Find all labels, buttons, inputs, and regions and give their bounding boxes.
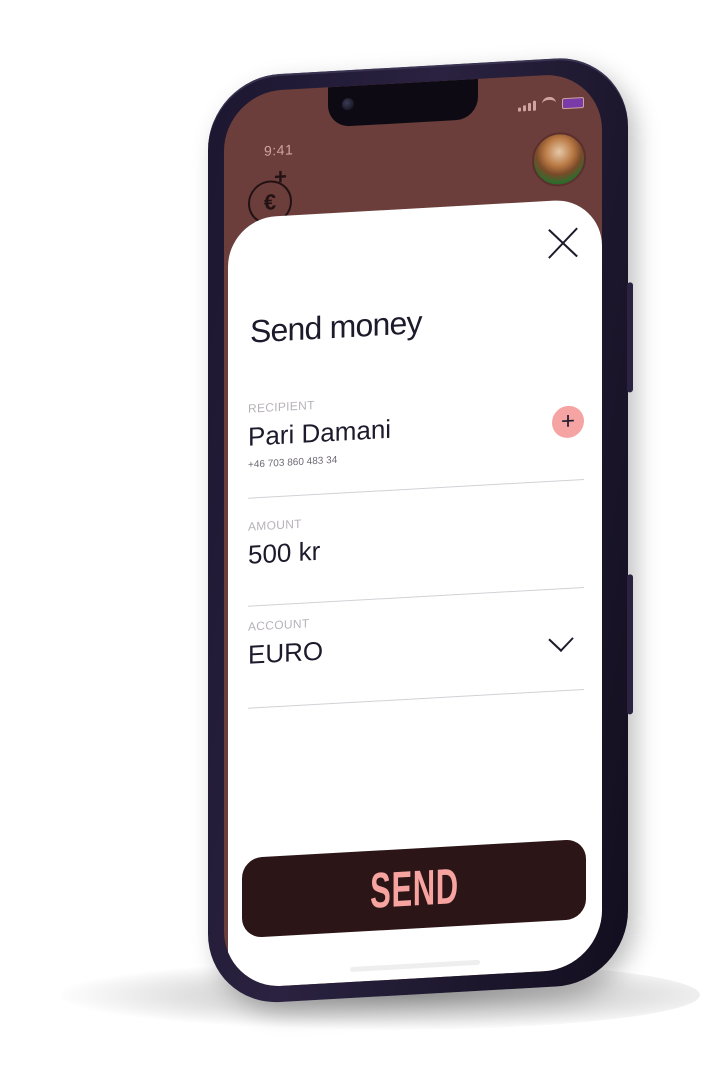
account-value: EURO (248, 635, 324, 670)
logo-plus: + (274, 163, 287, 190)
send-money-sheet: Send money RECIPIENT Pari Damani +46 703… (228, 197, 602, 989)
recipient-phone: +46 703 860 483 34 (248, 454, 338, 471)
stage: 9:41 € + Send money RECIPIENT Pari Daman… (0, 0, 720, 1080)
account-label: ACCOUNT (248, 616, 310, 634)
chevron-down-icon[interactable] (548, 626, 574, 652)
signal-icon (518, 100, 536, 112)
phone-device: 9:41 € + Send money RECIPIENT Pari Daman… (208, 54, 633, 1006)
amount-field[interactable]: AMOUNT 500 kr (248, 500, 584, 607)
phone-screen: 9:41 € + Send money RECIPIENT Pari Daman… (224, 71, 602, 990)
avatar[interactable] (532, 130, 586, 188)
notch (328, 78, 478, 128)
status-icons (518, 95, 584, 112)
side-button (627, 282, 633, 393)
page-title: Send money (250, 304, 422, 350)
amount-value: 500 kr (248, 535, 321, 570)
account-select[interactable]: ACCOUNT EURO (248, 600, 584, 709)
wifi-icon (542, 96, 556, 111)
recipient-field[interactable]: RECIPIENT Pari Damani +46 703 860 483 34… (248, 382, 584, 499)
logo-symbol: € (263, 189, 277, 215)
recipient-label: RECIPIENT (248, 398, 315, 416)
side-button (627, 574, 633, 715)
status-time: 9:41 (264, 141, 294, 159)
amount-label: AMOUNT (248, 516, 302, 534)
send-button-label: SEND (369, 858, 459, 919)
camera-icon (342, 97, 354, 111)
home-indicator (350, 959, 480, 973)
add-recipient-button[interactable]: + (552, 404, 584, 439)
send-button[interactable]: SEND (242, 838, 586, 939)
close-icon[interactable] (546, 225, 580, 261)
recipient-name: Pari Damani (248, 413, 392, 452)
battery-icon (562, 96, 584, 110)
